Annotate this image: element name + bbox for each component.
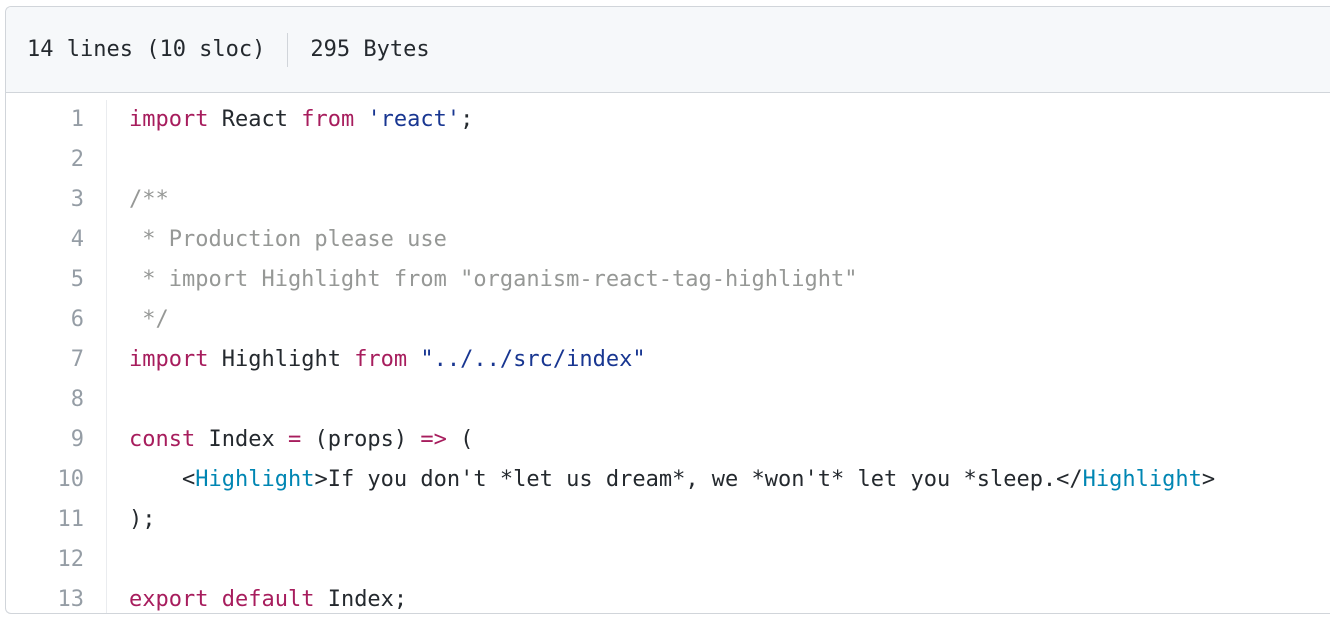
code-token: ; xyxy=(460,107,474,132)
code-token: * Production please use xyxy=(129,227,447,252)
header-divider xyxy=(287,32,289,67)
code-line: 1 import React from 'react'; xyxy=(6,100,1330,140)
line-number[interactable]: 1 xyxy=(6,100,107,140)
line-number[interactable]: 8 xyxy=(6,380,107,420)
code-token: >If you don't *let us dream*, we *won't*… xyxy=(314,467,1083,492)
line-number[interactable]: 2 xyxy=(6,140,107,180)
line-code: ); xyxy=(107,500,156,540)
line-number[interactable]: 4 xyxy=(6,220,107,260)
code-line: 10 <Highlight>If you don't *let us dream… xyxy=(6,460,1330,500)
code-token: * import Highlight from "organism-react-… xyxy=(129,267,858,292)
code-line: 5 * import Highlight from "organism-reac… xyxy=(6,260,1330,300)
line-number[interactable]: 5 xyxy=(6,260,107,300)
code-line: 12 xyxy=(6,540,1330,580)
line-number[interactable]: 3 xyxy=(6,180,107,220)
code-line: 8 xyxy=(6,380,1330,420)
code-token: < xyxy=(129,467,196,492)
code-token: ); xyxy=(129,507,156,532)
code-token: default xyxy=(221,587,315,612)
code-line: 6 */ xyxy=(6,300,1330,340)
code-line: 2 xyxy=(6,140,1330,180)
file-viewer: 14 lines (10 sloc) 295 Bytes 1 import Rea… xyxy=(5,6,1330,614)
code-token: export xyxy=(129,587,209,612)
code-token: React xyxy=(208,107,302,132)
code-line: 4 * Production please use xyxy=(6,220,1330,260)
line-code: const Index = (props) => ( xyxy=(107,420,473,460)
code-token: import xyxy=(129,107,209,132)
line-code xyxy=(107,540,129,580)
code-token: 'react' xyxy=(367,107,461,132)
line-code: * import Highlight from "organism-react-… xyxy=(107,260,857,300)
line-number[interactable]: 6 xyxy=(6,300,107,340)
code-line: 9 const Index = (props) => ( xyxy=(6,420,1330,460)
line-code: import React from 'react'; xyxy=(107,100,473,140)
code-token: Highlight xyxy=(208,347,355,372)
line-number[interactable]: 11 xyxy=(6,500,107,540)
code-token: Highlight xyxy=(1082,467,1202,492)
code-token: > xyxy=(1201,467,1216,492)
line-number[interactable]: 9 xyxy=(6,420,107,460)
line-code: */ xyxy=(107,300,169,340)
line-code xyxy=(107,380,129,420)
code-line: 3 /** xyxy=(6,180,1330,220)
line-code: import Highlight from "../../src/index" xyxy=(107,340,646,380)
code-token: import xyxy=(129,347,209,372)
line-code: /** xyxy=(107,180,169,220)
line-number[interactable]: 10 xyxy=(6,460,107,500)
line-number[interactable]: 12 xyxy=(6,540,107,580)
file-size-label: 295 Bytes xyxy=(310,37,430,62)
file-info-header: 14 lines (10 sloc) 295 Bytes xyxy=(6,7,1330,93)
line-code: * Production please use xyxy=(107,220,447,260)
code-token: "../../src/index" xyxy=(420,347,646,372)
code-token: => xyxy=(420,427,447,452)
code-token: /** xyxy=(129,187,169,212)
code-line: 7 import Highlight from "../../src/index" xyxy=(6,340,1330,380)
code-token: ( xyxy=(446,427,474,452)
code-line: 13 export default Index; xyxy=(6,580,1330,613)
line-code xyxy=(107,140,129,180)
code-listing: 1 import React from 'react'; 2 3/** 4 * Prod… xyxy=(6,93,1330,613)
code-token: (props) xyxy=(301,427,421,452)
code-token: = xyxy=(287,427,302,452)
code-token: Index; xyxy=(314,587,408,612)
code-token: from xyxy=(301,107,355,132)
code-token: const xyxy=(129,427,196,452)
line-count-label: 14 lines (10 sloc) xyxy=(27,37,266,62)
code-token: Index xyxy=(195,427,288,452)
code-line: 11); xyxy=(6,500,1330,540)
code-token: from xyxy=(354,347,408,372)
line-number[interactable]: 7 xyxy=(6,340,107,380)
line-code: <Highlight>If you don't *let us dream*, … xyxy=(107,460,1215,500)
code-token: */ xyxy=(129,307,169,332)
code-token: Highlight xyxy=(195,467,315,492)
line-code: export default Index; xyxy=(107,580,408,613)
line-number[interactable]: 13 xyxy=(6,580,107,613)
